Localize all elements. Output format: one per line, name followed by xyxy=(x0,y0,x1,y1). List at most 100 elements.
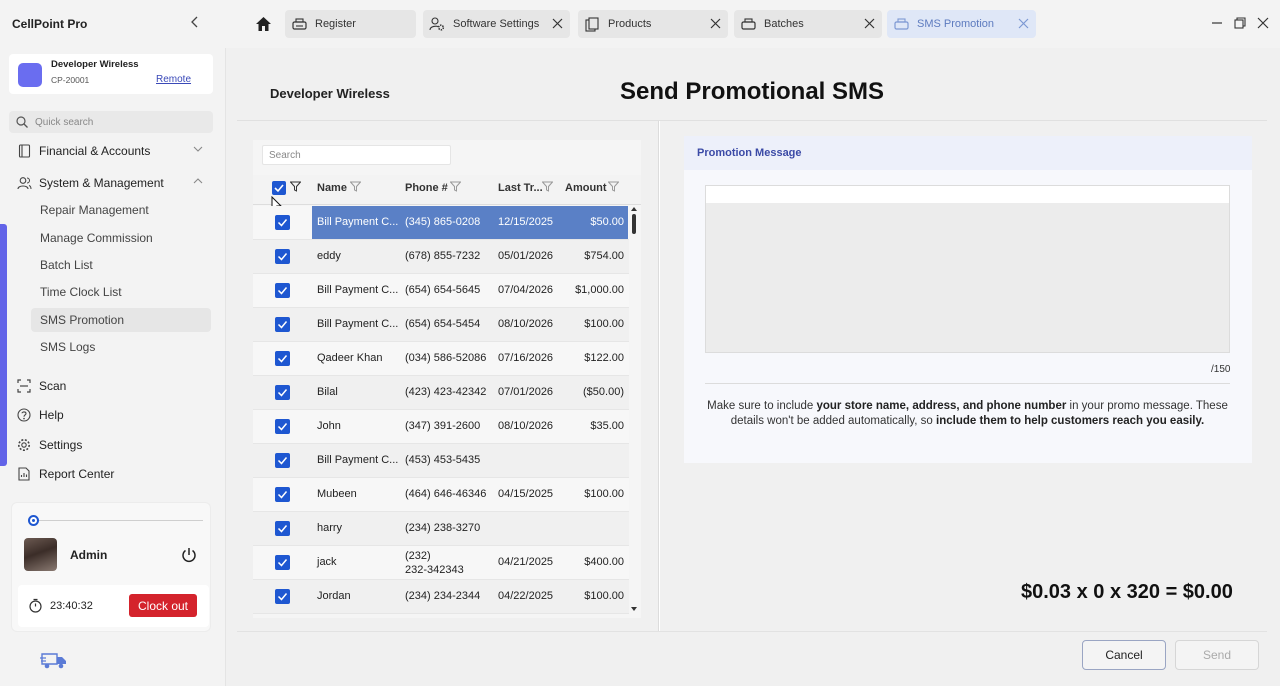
grid-search-placeholder: Search xyxy=(269,150,301,161)
cell-phone: (453) 453-5435 xyxy=(405,454,481,466)
row-checkbox[interactable] xyxy=(275,487,290,502)
column-header-name[interactable]: Name xyxy=(317,182,347,194)
grid-search-input[interactable]: Search xyxy=(262,145,451,165)
table-row[interactable]: Qadeer Khan (034) 586-52086 07/16/2026 $122… xyxy=(253,342,629,376)
status-slider-handle[interactable] xyxy=(28,515,39,526)
sidebar-item-manage-commission[interactable]: Manage Commission xyxy=(31,226,211,250)
table-row[interactable]: Bilal (423) 423-42342 07/01/2026 ($50.00) xyxy=(253,376,629,410)
cell-name: Bill Payment C... xyxy=(317,284,399,296)
delivery-truck-icon[interactable] xyxy=(40,650,68,670)
close-icon[interactable] xyxy=(864,18,875,29)
cell-phone: (423) 423-42342 xyxy=(405,386,487,398)
table-row[interactable]: Bill Payment C... (654) 654-5645 07/04/202… xyxy=(253,274,629,308)
nav-report-center[interactable]: Report Center xyxy=(16,463,114,485)
report-icon xyxy=(16,466,32,482)
nav-label: Report Center xyxy=(39,467,115,481)
status-slider-track[interactable] xyxy=(33,520,203,521)
products-icon xyxy=(584,16,600,32)
cell-phone: (232) 232-342343 xyxy=(405,550,464,576)
row-checkbox[interactable] xyxy=(275,317,290,332)
row-checkbox[interactable] xyxy=(275,215,290,230)
table-row[interactable]: Jordan (234) 234-2344 04/22/2025 $100.00 xyxy=(253,580,629,614)
row-checkbox[interactable] xyxy=(275,521,290,536)
cell-amount: ($50.00) xyxy=(583,386,624,398)
tab-label: Register xyxy=(315,18,356,30)
tab-batches[interactable]: Batches xyxy=(734,10,882,38)
minimize-icon[interactable] xyxy=(1211,17,1223,29)
search-icon xyxy=(16,116,28,128)
row-checkbox[interactable] xyxy=(275,453,290,468)
cell-name: Bilal xyxy=(317,386,338,398)
restore-icon[interactable] xyxy=(1234,17,1246,29)
cancel-button[interactable]: Cancel xyxy=(1082,640,1166,670)
home-tab[interactable] xyxy=(250,11,276,37)
sidebar-item-batch-list[interactable]: Batch List xyxy=(31,253,211,277)
table-row[interactable]: Bill Payment C... (453) 453-5435 xyxy=(253,444,629,478)
column-header-amount[interactable]: Amount xyxy=(565,182,607,194)
grid-scrollbar-thumb[interactable] xyxy=(632,214,636,234)
filter-icon[interactable] xyxy=(608,181,619,192)
cell-amount: $100.00 xyxy=(584,590,624,602)
nav-settings[interactable]: Settings xyxy=(16,434,82,456)
close-icon[interactable] xyxy=(710,18,721,29)
tab-products[interactable]: Products xyxy=(578,10,728,38)
cell-phone: (654) 654-5645 xyxy=(405,284,481,296)
close-window-icon[interactable] xyxy=(1257,17,1269,29)
grid-scrollbar[interactable] xyxy=(630,206,638,612)
row-checkbox[interactable] xyxy=(275,385,290,400)
filter-icon[interactable] xyxy=(290,181,301,192)
table-row[interactable]: jack (232) 232-342343 04/21/2025 $400.00 xyxy=(253,546,629,580)
promotion-message-textarea[interactable] xyxy=(705,185,1230,353)
select-all-checkbox[interactable] xyxy=(272,181,286,195)
app-title: CellPoint Pro xyxy=(12,17,88,31)
sidebar-item-sms-promotion[interactable]: SMS Promotion xyxy=(31,308,211,332)
cost-formula: $0.03 x 0 x 320 = $0.00 xyxy=(1021,581,1233,603)
filter-icon[interactable] xyxy=(542,181,553,192)
table-row[interactable]: Bill Payment C... (345) 865-0208 12/15/202… xyxy=(253,206,629,240)
nav-label: Settings xyxy=(39,438,83,452)
promotion-divider xyxy=(705,383,1230,384)
tab-software-settings[interactable]: Software Settings xyxy=(423,10,570,38)
nav-financial-accounts[interactable]: Financial & Accounts xyxy=(16,140,203,162)
close-icon[interactable] xyxy=(552,18,563,29)
table-row[interactable]: harry (234) 238-3270 xyxy=(253,512,629,546)
table-row[interactable]: John (347) 391-2600 08/10/2026 $35.00 xyxy=(253,410,629,444)
row-checkbox[interactable] xyxy=(275,555,290,570)
nav-help[interactable]: Help xyxy=(16,404,64,426)
collapse-sidebar-icon[interactable] xyxy=(188,15,202,31)
column-header-phone[interactable]: Phone # xyxy=(405,182,448,194)
close-icon[interactable] xyxy=(1018,18,1029,29)
sidebar-item-sms-logs[interactable]: SMS Logs xyxy=(31,335,211,359)
quick-search-input[interactable]: Quick search xyxy=(9,111,213,133)
filter-icon[interactable] xyxy=(350,181,361,192)
store-logo xyxy=(18,63,42,87)
timer-icon xyxy=(29,598,42,613)
store-title: Developer Wireless xyxy=(270,86,390,101)
clock-out-button[interactable]: Clock out xyxy=(129,594,197,617)
chevron-down-icon xyxy=(193,146,203,152)
table-row[interactable]: eddy (678) 855-7232 05/01/2026 $754.00 xyxy=(253,240,629,274)
column-header-last-transaction[interactable]: Last Tr... xyxy=(498,182,543,194)
filter-icon[interactable] xyxy=(450,181,461,192)
table-row[interactable]: Bill Payment C... (654) 654-5454 08/10/202… xyxy=(253,308,629,342)
row-checkbox[interactable] xyxy=(275,249,290,264)
power-icon[interactable] xyxy=(180,546,198,564)
cell-name: Mubeen xyxy=(317,488,357,500)
row-checkbox[interactable] xyxy=(275,419,290,434)
note-text: Make sure to include xyxy=(707,400,817,412)
nav-scan[interactable]: Scan xyxy=(16,375,66,397)
remote-link[interactable]: Remote xyxy=(156,74,191,85)
nav-system-management[interactable]: System & Management xyxy=(16,172,203,194)
row-checkbox[interactable] xyxy=(275,283,290,298)
table-row[interactable]: Mubeen (464) 646-46346 04/15/2025 $100.00 xyxy=(253,478,629,512)
header-divider xyxy=(237,120,1267,121)
sidebar-item-repair-management[interactable]: Repair Management xyxy=(31,198,211,222)
send-button[interactable]: Send xyxy=(1175,640,1259,670)
sidebar-item-time-clock-list[interactable]: Time Clock List xyxy=(31,280,211,304)
app-window: CellPoint Pro Developer Wireless CP-2000… xyxy=(0,0,1280,686)
row-checkbox[interactable] xyxy=(275,589,290,604)
tab-sms-promotion[interactable]: SMS Promotion xyxy=(887,10,1036,38)
row-checkbox[interactable] xyxy=(275,351,290,366)
cell-phone: (464) 646-46346 xyxy=(405,488,487,500)
tab-register[interactable]: Register xyxy=(285,10,416,38)
